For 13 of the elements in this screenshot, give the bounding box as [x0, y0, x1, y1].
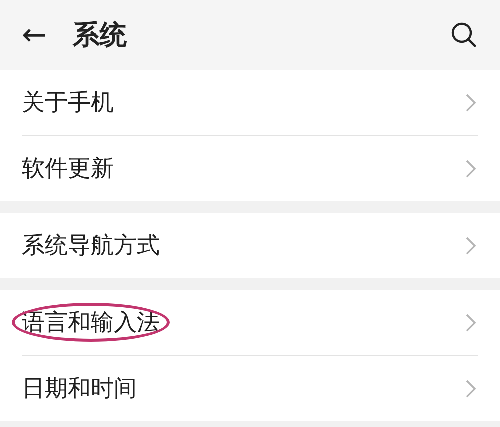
- chevron-icon: [466, 236, 476, 254]
- settings-item[interactable]: 日期和时间: [22, 370, 137, 408]
- page-title: 系统: [73, 19, 128, 53]
- chevron-icon: [466, 160, 476, 178]
- chevron-icon: [466, 314, 476, 332]
- chevron-icon: [466, 380, 476, 398]
- chevron-icon: [466, 94, 476, 112]
- settings-item[interactable]: 语言和输入法: [22, 304, 160, 342]
- settings-item[interactable]: 系统导航方式: [22, 227, 160, 265]
- settings-item[interactable]: 关于手机: [22, 84, 114, 122]
- back-button[interactable]: ←: [22, 18, 48, 52]
- settings-item[interactable]: 软件更新: [22, 150, 114, 188]
- search-icon[interactable]: [450, 21, 478, 49]
